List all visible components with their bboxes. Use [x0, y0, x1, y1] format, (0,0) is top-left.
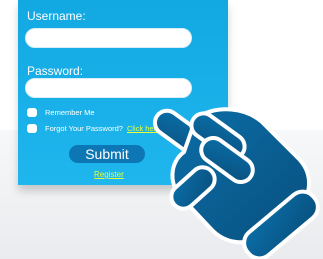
pointing-hand-icon — [152, 107, 320, 259]
